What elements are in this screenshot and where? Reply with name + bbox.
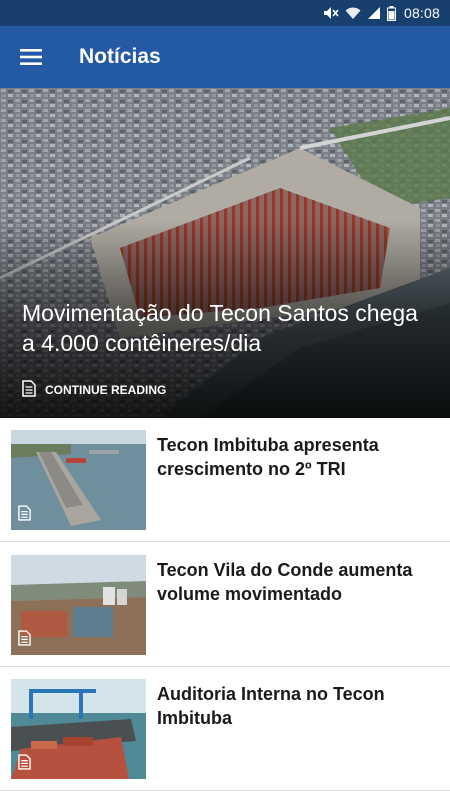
- news-item[interactable]: Tecon Imbituba apresenta crescimento no …: [0, 418, 450, 542]
- mute-icon: [323, 6, 339, 20]
- document-icon: [18, 630, 31, 646]
- image-overlay: [0, 88, 450, 418]
- featured-article-title[interactable]: Movimentação do Tecon Santos chega a 4.0…: [22, 298, 432, 358]
- document-icon: [18, 505, 31, 521]
- wifi-icon: [345, 6, 361, 20]
- app-bar: Notícias: [0, 26, 450, 88]
- news-thumbnail: [11, 679, 146, 779]
- news-title: Tecon Vila do Conde aumenta volume movim…: [157, 560, 413, 604]
- page-title: Notícias: [79, 45, 161, 68]
- status-bar: 08:08: [0, 0, 450, 26]
- news-title: Tecon Imbituba apresenta crescimento no …: [157, 435, 379, 479]
- news-thumbnail: [11, 555, 146, 655]
- signal-icon: [367, 6, 381, 20]
- document-icon: [18, 754, 31, 770]
- continue-reading-label: CONTINUE READING: [45, 383, 167, 397]
- battery-icon: [386, 5, 396, 21]
- hamburger-menu-icon[interactable]: [0, 26, 62, 88]
- document-icon: [22, 380, 36, 400]
- status-time: 08:08: [403, 5, 440, 21]
- featured-article[interactable]: Movimentação do Tecon Santos chega a 4.0…: [0, 88, 450, 418]
- news-thumbnail: [11, 430, 146, 530]
- news-item[interactable]: Auditoria Interna no Tecon Imbituba: [0, 667, 450, 791]
- news-item[interactable]: Tecon Vila do Conde aumenta volume movim…: [0, 543, 450, 667]
- news-title: Auditoria Interna no Tecon Imbituba: [157, 684, 385, 728]
- continue-reading-link[interactable]: CONTINUE READING: [22, 380, 166, 400]
